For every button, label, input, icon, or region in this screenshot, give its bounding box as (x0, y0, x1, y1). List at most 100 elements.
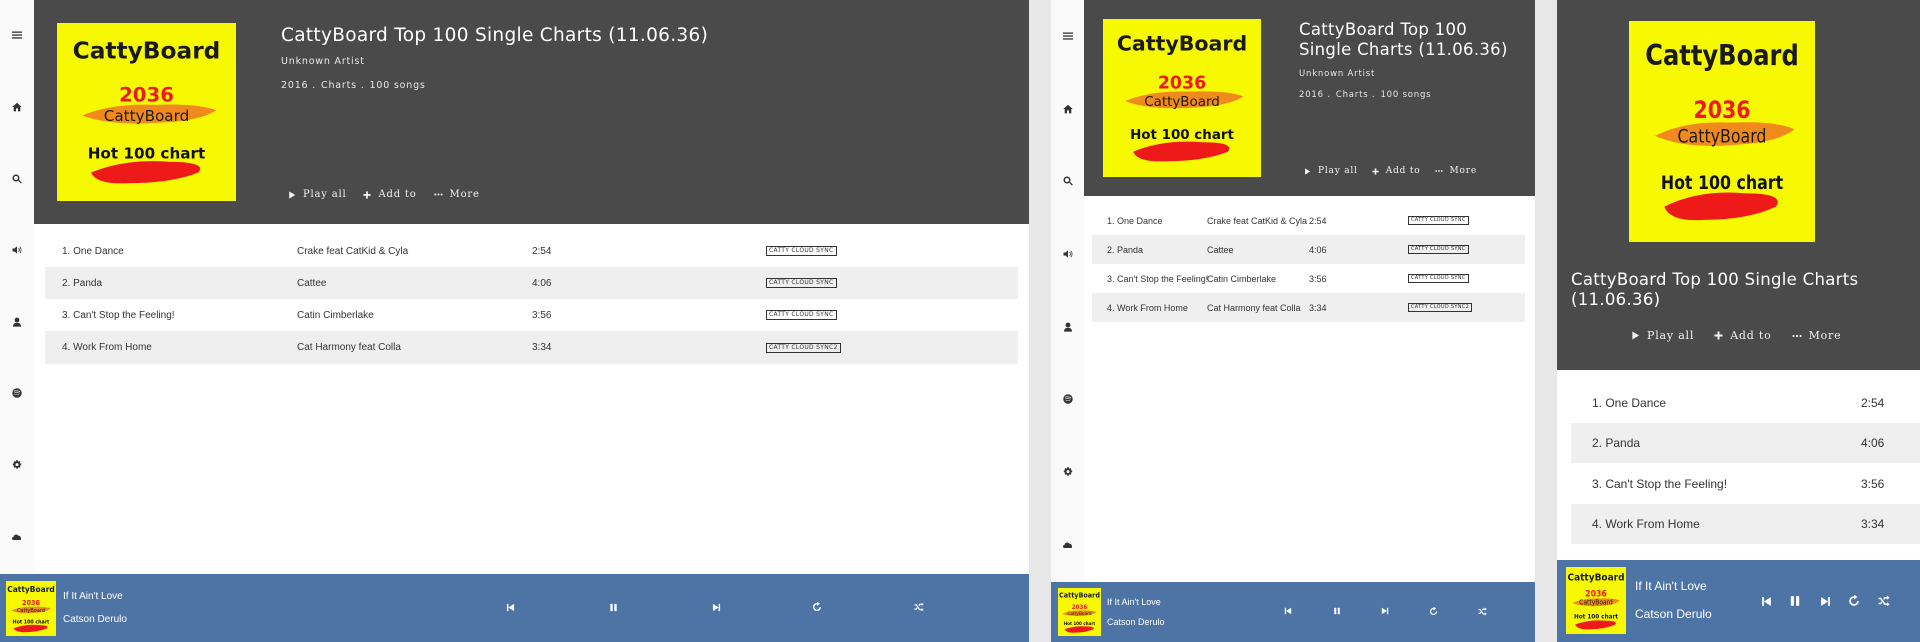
search-icon[interactable] (1060, 173, 1076, 189)
more-button[interactable]: More (1792, 329, 1842, 342)
album-cover[interactable]: CattyBoard 2036 CattyBoard Hot 100 chart (1629, 21, 1815, 242)
home-icon[interactable] (1060, 101, 1076, 117)
user-icon[interactable] (9, 314, 25, 330)
album-cover[interactable]: CattyBoard 2036 CattyBoard Hot 100 chart (1103, 19, 1261, 177)
track-title: 2. Panda (62, 277, 103, 289)
spotify-icon[interactable] (9, 385, 25, 401)
playlist-artist[interactable]: Unknown Artist (1299, 69, 1375, 79)
now-playing-artist[interactable]: Catson Derulo (1635, 607, 1712, 621)
title-line-1: CattyBoard Top 100 (1299, 20, 1468, 39)
repeat-button[interactable] (1847, 593, 1861, 609)
play-all-button[interactable]: Play all (1304, 166, 1358, 176)
add-to-label: Add to (378, 189, 417, 200)
track-artist[interactable]: Catin Cimberlake (297, 310, 374, 321)
track-title: 4. Work From Home (1592, 517, 1700, 531)
next-button[interactable] (710, 600, 722, 614)
track-title: 2. Panda (1592, 436, 1641, 450)
cover-sub: CattyBoard (1579, 599, 1613, 606)
user-icon[interactable] (1060, 319, 1076, 335)
more-icon (1792, 331, 1802, 341)
gear-icon[interactable] (9, 457, 25, 473)
table-row[interactable]: 4. Work From Home Cat Harmony feat Colla… (1092, 293, 1525, 322)
now-playing-song[interactable]: If It Ain't Love (1635, 579, 1707, 593)
track-artist[interactable]: Catin Cimberlake (1207, 274, 1276, 284)
menu-icon[interactable] (1060, 28, 1076, 44)
track-list: 1. One Dance Crake feat CatKid & Cyla 2:… (1092, 206, 1525, 322)
table-row[interactable]: 2. Panda Cattee 4:06 CATTY CLOUD SYNC (45, 267, 1018, 299)
next-button[interactable] (1818, 593, 1832, 609)
next-button[interactable] (1380, 605, 1390, 617)
volume-icon[interactable] (9, 242, 25, 258)
more-button[interactable]: More (1435, 166, 1477, 176)
album-cover[interactable]: CattyBoard 2036 CattyBoard Hot 100 chart (57, 23, 236, 201)
play-all-button[interactable]: Play all (288, 189, 346, 200)
pause-button[interactable] (1788, 593, 1802, 609)
table-row[interactable]: 2. Panda 4:06 (1571, 423, 1920, 463)
pause-button[interactable] (607, 600, 619, 614)
repeat-icon (1848, 595, 1860, 607)
cover-chart: Hot 100 chart (1064, 621, 1095, 627)
track-artist[interactable]: Cat Harmony feat Colla (297, 342, 401, 353)
mobile-view: CattyBoard 2036 CattyBoard Hot 100 chart… (1557, 0, 1920, 642)
menu-icon[interactable] (9, 27, 25, 43)
shuffle-button[interactable] (913, 600, 925, 614)
soundcloud-icon[interactable] (1060, 537, 1076, 553)
cover-sub: CattyBoard (1678, 126, 1767, 148)
table-row[interactable]: 1. One Dance Crake feat CatKid & Cyla 2:… (45, 235, 1018, 267)
track-artist[interactable]: Crake feat CatKid & Cyla (1207, 216, 1307, 226)
table-row[interactable]: 1. One Dance Crake feat CatKid & Cyla 2:… (1092, 206, 1525, 235)
soundcloud-icon[interactable] (9, 529, 25, 545)
search-icon[interactable] (9, 171, 25, 187)
table-row[interactable]: 3. Can't Stop the Feeling! 3:56 (1571, 463, 1920, 504)
table-row[interactable]: 1. One Dance 2:54 (1571, 383, 1920, 423)
track-artist[interactable]: Cattee (297, 278, 326, 289)
cover-year: 2036 (1694, 97, 1751, 125)
track-artist[interactable]: Crake feat CatKid & Cyla (297, 246, 408, 257)
table-row[interactable]: 4. Work From Home 3:34 (1571, 504, 1920, 544)
plus-icon (363, 191, 371, 199)
repeat-button[interactable] (811, 600, 823, 614)
playlist-title: CattyBoard Top 100 Single Charts (11.06.… (281, 25, 709, 46)
add-to-button[interactable]: Add to (363, 189, 416, 200)
previous-button[interactable] (504, 600, 516, 614)
previous-button[interactable] (1283, 605, 1293, 617)
gear-icon[interactable] (1060, 464, 1076, 480)
volume-icon[interactable] (1060, 246, 1076, 262)
now-playing-song[interactable]: If It Ain't Love (1107, 597, 1161, 607)
now-playing-song[interactable]: If It Ain't Love (63, 591, 123, 602)
track-artist[interactable]: Cattee (1207, 245, 1234, 255)
spotify-icon[interactable] (1060, 391, 1076, 407)
now-playing-cover[interactable]: CattyBoard 2036 CattyBoard Hot 100 chart (1058, 588, 1101, 636)
table-row[interactable]: 4. Work From Home Cat Harmony feat Colla… (45, 331, 1018, 364)
add-to-button[interactable]: Add to (1714, 329, 1771, 342)
more-button[interactable]: More (434, 189, 480, 200)
shuffle-icon (914, 602, 924, 612)
previous-button[interactable] (1759, 593, 1773, 609)
table-row[interactable]: 3. Can't Stop the Feeling! Catin Cimberl… (1092, 264, 1525, 293)
title-line-1: CattyBoard Top 100 Single Charts (1571, 270, 1859, 289)
meta-count: 100 songs (1380, 90, 1432, 100)
playlist-header: CattyBoard 2036 CattyBoard Hot 100 chart… (1084, 0, 1535, 196)
repeat-button[interactable] (1428, 605, 1438, 617)
play-all-button[interactable]: Play all (1631, 329, 1694, 342)
now-playing-cover[interactable]: CattyBoard 2036 CattyBoard Hot 100 chart (6, 581, 56, 636)
sync-badge: CATTY CLOUD SYNC (1408, 245, 1469, 254)
playlist-title: CattyBoard Top 100 Single Charts (11.06.… (1299, 20, 1508, 60)
now-playing-artist[interactable]: Catson Derulo (1107, 617, 1165, 627)
add-to-button[interactable]: Add to (1372, 166, 1421, 176)
shuffle-button[interactable] (1477, 605, 1487, 617)
table-row[interactable]: 2. Panda Cattee 4:06 CATTY CLOUD SYNC (1092, 235, 1525, 264)
track-artist[interactable]: Cat Harmony feat Colla (1207, 303, 1301, 313)
responsive-preview: CattyBoard 2036 CattyBoard Hot 100 chart… (0, 0, 1920, 642)
desktop-view: CattyBoard 2036 CattyBoard Hot 100 chart… (0, 0, 1029, 642)
home-icon[interactable] (9, 99, 25, 115)
shuffle-button[interactable] (1877, 593, 1891, 609)
now-playing-cover[interactable]: CattyBoard 2036 CattyBoard Hot 100 chart (1566, 567, 1626, 634)
playlist-artist[interactable]: Unknown Artist (281, 56, 365, 67)
play-icon (288, 191, 296, 199)
pause-button[interactable] (1332, 605, 1342, 617)
pause-icon (1789, 595, 1801, 607)
now-playing-artist[interactable]: Catson Derulo (63, 614, 127, 625)
table-row[interactable]: 3. Can't Stop the Feeling! Catin Cimberl… (45, 299, 1018, 331)
cover-year: 2036 (1072, 605, 1088, 611)
